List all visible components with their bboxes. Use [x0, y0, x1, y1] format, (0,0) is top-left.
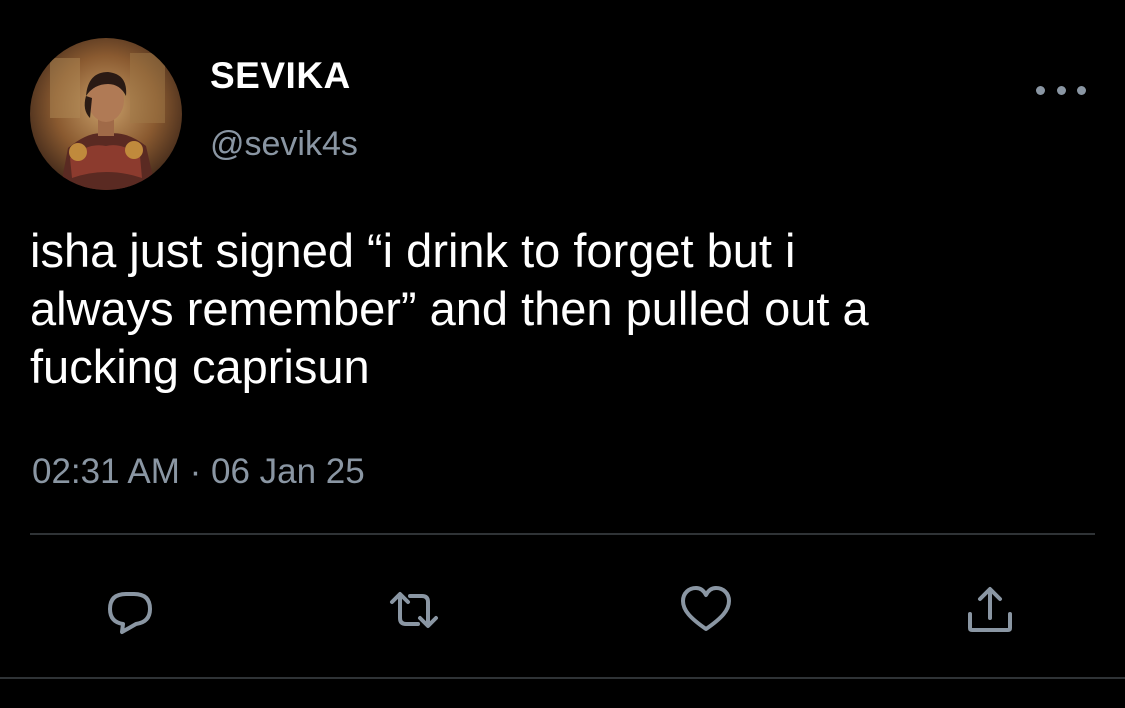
avatar-image: [50, 53, 165, 190]
more-horizontal-icon-dot: [1077, 85, 1086, 95]
tweet-card: SEVIKA @sevik4s isha just signed “i drin…: [0, 0, 1125, 708]
reply-icon: [108, 592, 152, 634]
divider-bottom: [0, 677, 1125, 679]
retweet-button[interactable]: [386, 582, 442, 638]
user-handle[interactable]: @sevik4s: [210, 122, 358, 166]
divider: [30, 533, 1095, 535]
avatar[interactable]: [30, 38, 182, 190]
like-button[interactable]: [678, 582, 734, 638]
heart-icon: [681, 586, 731, 631]
tweet-timestamp[interactable]: 02:31 AM · 06 Jan 25: [32, 450, 365, 494]
display-name[interactable]: SEVIKA: [210, 54, 351, 98]
tweet-text: isha just signed “i drink to forget but …: [30, 224, 869, 393]
share-icon: [968, 587, 1012, 632]
share-button[interactable]: [962, 582, 1018, 638]
more-options-button[interactable]: [1036, 76, 1086, 104]
more-horizontal-icon: [1036, 85, 1045, 95]
reply-button[interactable]: [102, 582, 158, 638]
retweet-icon: [390, 592, 438, 628]
more-horizontal-icon-dot: [1056, 85, 1066, 95]
